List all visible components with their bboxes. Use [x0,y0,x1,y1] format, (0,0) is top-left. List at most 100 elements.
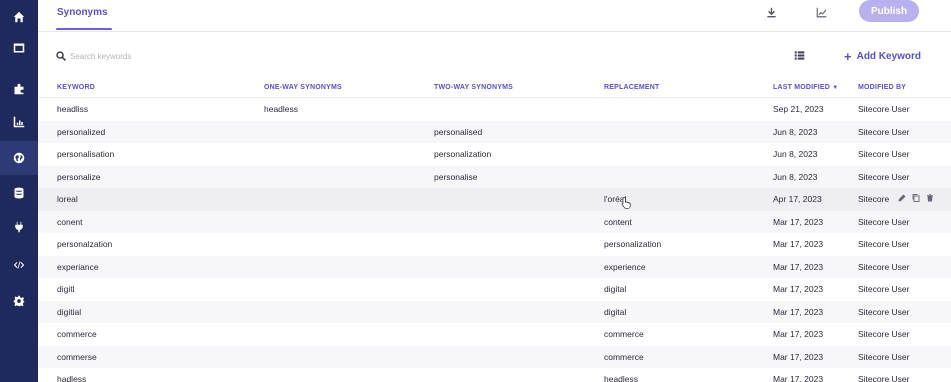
table-row[interactable]: loreal l'oréal Apr 17, 2023 Sitecore [38,188,951,211]
analytics-button[interactable] [814,6,828,18]
two-way-synonym-cell: personalization [434,149,492,159]
search-input[interactable] [70,48,330,64]
keyword-cell: digitl [57,284,75,294]
modified-by-cell: Sitecore User [858,261,910,272]
table-header: KEYWORD ONE-WAY SYNONYMS TWO-WAY SYNONYM… [38,78,951,98]
sidebar-item-home[interactable] [0,0,38,34]
column-header-last-modified-label: LAST MODIFIED [773,84,831,91]
last-modified-cell: Jun 8, 2023 [773,149,818,159]
hand-cursor-icon [621,197,631,209]
replacement-cell: headless [604,374,639,382]
row-actions [898,194,934,202]
active-tab-indicator [56,28,112,30]
table-row[interactable]: hadless headless Mar 17, 2023 Sitecore User [38,368,951,382]
globe-icon [13,152,25,164]
table-row[interactable]: experiance experience Mar 17, 2023 Sitecore… [38,255,951,278]
table-row[interactable]: personalisation personalization Jun 8, 202… [38,143,951,166]
two-way-synonym-cell: personalised [434,126,483,137]
table-row[interactable]: conent content Mar 17, 2023 Sitecore User [38,210,951,233]
modified-by-cell: Sitecore User [858,171,910,182]
settings-icon [13,295,25,307]
sidebar-item-dashboard[interactable] [0,31,38,65]
keyword-cell: commerce [57,329,97,339]
replacement-cell: personalization [604,239,662,249]
publish-button[interactable]: Publish [859,0,919,22]
database-icon [14,187,24,199]
sidebar-item-integrations[interactable] [0,210,38,244]
sidebar [0,0,38,382]
sort-descending-icon: ▼ [832,85,839,91]
column-header-modified-by[interactable]: MODIFIED BY [858,84,906,91]
modified-by-cell: Sitecore User [858,306,910,317]
home-icon [13,11,25,23]
synonyms-table: KEYWORD ONE-WAY SYNONYMS TWO-WAY SYNONYM… [38,78,951,382]
last-modified-cell: Sep 21, 2023 [773,104,824,114]
modified-by-cell: Sitecore User [858,329,910,339]
tab-synonyms-label: Synonyms [57,7,108,18]
last-modified-cell: Mar 17, 2023 [773,306,824,317]
column-header-two-way[interactable]: TWO-WAY SYNONYMS [434,84,513,91]
last-modified-cell: Mar 17, 2023 [773,284,824,294]
sidebar-item-components[interactable] [0,72,38,106]
two-way-synonym-cell: personalise [434,171,478,182]
table-row[interactable]: personalize personalise Jun 8, 2023 Sitecor… [38,165,951,188]
keyword-cell: personalzation [57,239,113,249]
column-header-last-modified[interactable]: LAST MODIFIED ▼ [773,84,838,91]
keyword-cell: commerse [57,351,97,362]
replacement-cell: commerce [604,329,644,339]
replacement-cell: content [604,216,632,227]
one-way-synonym-cell: headless [264,104,299,114]
delete-icon[interactable] [926,194,934,202]
sidebar-item-settings[interactable] [0,284,38,318]
replacement-cell: digital [604,306,627,317]
last-modified-cell: Mar 17, 2023 [773,329,824,339]
add-keyword-button[interactable]: + Add Keyword [844,46,921,66]
sidebar-item-global[interactable] [0,141,38,175]
dashboard-icon [13,43,25,53]
column-header-one-way[interactable]: ONE-WAY SYNONYMS [264,84,342,91]
keyword-cell: personalisation [57,149,115,159]
copy-icon[interactable] [912,194,920,202]
puzzle-icon [14,83,24,95]
search-toolbar: + Add Keyword [38,32,951,80]
plus-icon: + [844,48,852,64]
last-modified-cell: Mar 17, 2023 [773,261,824,272]
plug-icon [15,221,23,233]
keyword-cell: conent [57,216,83,227]
modified-by-cell: Sitecore User [858,216,910,227]
table-row[interactable]: personalized personalised Jun 8, 2023 Sitec… [38,120,951,143]
sidebar-item-data[interactable] [0,176,38,210]
modified-by-cell: Sitecore User [858,374,910,382]
keyword-cell: personalize [57,171,101,182]
table-row[interactable]: commerce commerce Mar 17, 2023 Sitecore Use… [38,323,951,346]
top-bar: Synonyms Publish [38,0,951,32]
table-row[interactable]: digitl digital Mar 17, 2023 Sitecore User [38,278,951,301]
search-icon [56,51,66,61]
last-modified-cell: Jun 8, 2023 [773,126,818,137]
table-row[interactable]: headliss headless Sep 21, 2023 Sitecore Use… [38,98,951,121]
modified-by-cell: Sitecore User [858,351,910,362]
keyword-cell: digitial [57,306,82,317]
table-row[interactable]: personalzation personalization Mar 17, 202… [38,233,951,256]
modified-by-cell: Sitecore User [858,126,910,137]
modified-by-cell: Sitecore User [858,104,910,114]
table-row[interactable]: digitial digital Mar 17, 2023 Sitecore User [38,300,951,323]
replacement-cell: commerce [604,351,644,362]
column-header-keyword[interactable]: KEYWORD [57,84,95,91]
replacement-cell: digital [604,284,627,294]
table-row[interactable]: commerse commerce Mar 17, 2023 Sitecore Use… [38,345,951,368]
replacement-cell: experience [604,261,646,272]
sidebar-item-analytics[interactable] [0,105,38,139]
last-modified-cell: Mar 17, 2023 [773,216,824,227]
keyword-cell: loreal [57,194,78,204]
sidebar-item-developer[interactable] [0,248,38,282]
code-icon [13,261,25,269]
column-header-replacement[interactable]: REPLACEMENT [604,84,659,91]
last-modified-cell: Mar 17, 2023 [773,351,824,362]
download-button[interactable] [764,6,778,18]
edit-icon[interactable] [898,194,906,202]
list-view-icon[interactable] [794,50,805,61]
keyword-cell: personalized [57,126,106,137]
chart-icon [816,7,826,17]
last-modified-cell: Jun 8, 2023 [773,171,818,182]
